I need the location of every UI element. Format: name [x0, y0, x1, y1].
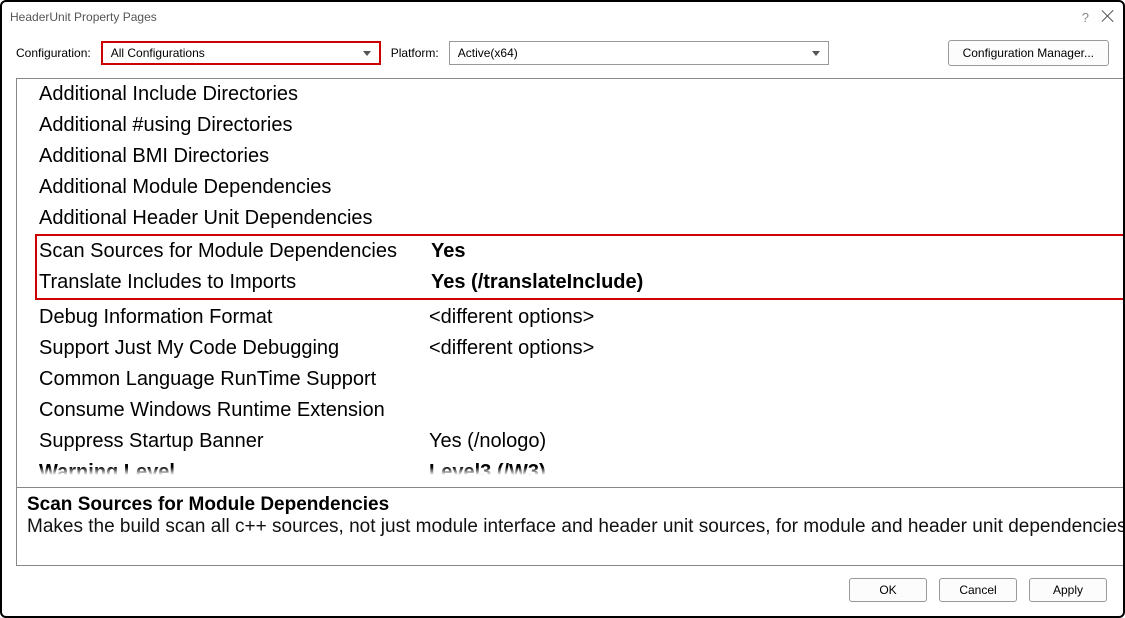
grid-row[interactable]: Common Language RunTime Support [17, 364, 1123, 395]
window-title: HeaderUnit Property Pages [10, 10, 157, 24]
grid-row[interactable]: Suppress Startup BannerYes (/nologo) [17, 426, 1123, 457]
configuration-value: All Configurations [111, 46, 205, 60]
platform-dropdown[interactable]: Active(x64) [449, 41, 829, 65]
grid-row-translate-includes[interactable]: Translate Includes to ImportsYes (/trans… [37, 267, 1123, 298]
configuration-label: Configuration: [16, 46, 91, 60]
property-grid-wrap: Additional Include Directories Additiona… [16, 78, 1123, 566]
grid-row[interactable]: Additional BMI Directories [17, 141, 1123, 172]
description-pane: Scan Sources for Module Dependencies Mak… [17, 487, 1123, 565]
close-icon[interactable] [1101, 10, 1115, 24]
description-title: Scan Sources for Module Dependencies [27, 494, 1123, 516]
grid-row[interactable]: Additional Header Unit Dependencies [17, 203, 1123, 234]
ok-button[interactable]: OK [849, 578, 927, 602]
help-icon[interactable]: ? [1082, 10, 1089, 25]
configuration-dropdown[interactable]: All Configurations [101, 41, 381, 65]
title-bar: HeaderUnit Property Pages ? [2, 2, 1123, 32]
configuration-manager-button[interactable]: Configuration Manager... [948, 40, 1109, 66]
description-body: Makes the build scan all c++ sources, no… [27, 516, 1123, 538]
dialog-footer: OK Cancel Apply [2, 566, 1123, 616]
grid-row-scan-sources[interactable]: Scan Sources for Module DependenciesYes [37, 236, 1123, 267]
main-area: ◢Configuration Properties General Advanc… [2, 78, 1123, 566]
config-toolbar: Configuration: All Configurations Platfo… [2, 32, 1123, 78]
chevron-down-icon [363, 51, 371, 56]
grid-row[interactable]: Warning LevelLevel3 (/W3) [17, 457, 1123, 475]
platform-value: Active(x64) [458, 46, 518, 60]
grid-row[interactable]: Consume Windows Runtime Extension [17, 395, 1123, 426]
platform-label: Platform: [391, 46, 439, 60]
grid-row[interactable]: Support Just My Code Debugging<different… [17, 333, 1123, 364]
property-grid[interactable]: Additional Include Directories Additiona… [17, 79, 1123, 487]
chevron-down-icon [812, 51, 820, 56]
grid-row[interactable]: Additional Include Directories [17, 79, 1123, 110]
cancel-button[interactable]: Cancel [939, 578, 1017, 602]
grid-row[interactable]: Additional Module Dependencies [17, 172, 1123, 203]
grid-row[interactable]: Additional #using Directories [17, 110, 1123, 141]
apply-button[interactable]: Apply [1029, 578, 1107, 602]
highlighted-rows: Scan Sources for Module DependenciesYes … [35, 234, 1123, 300]
grid-row[interactable]: Debug Information Format<different optio… [17, 302, 1123, 333]
